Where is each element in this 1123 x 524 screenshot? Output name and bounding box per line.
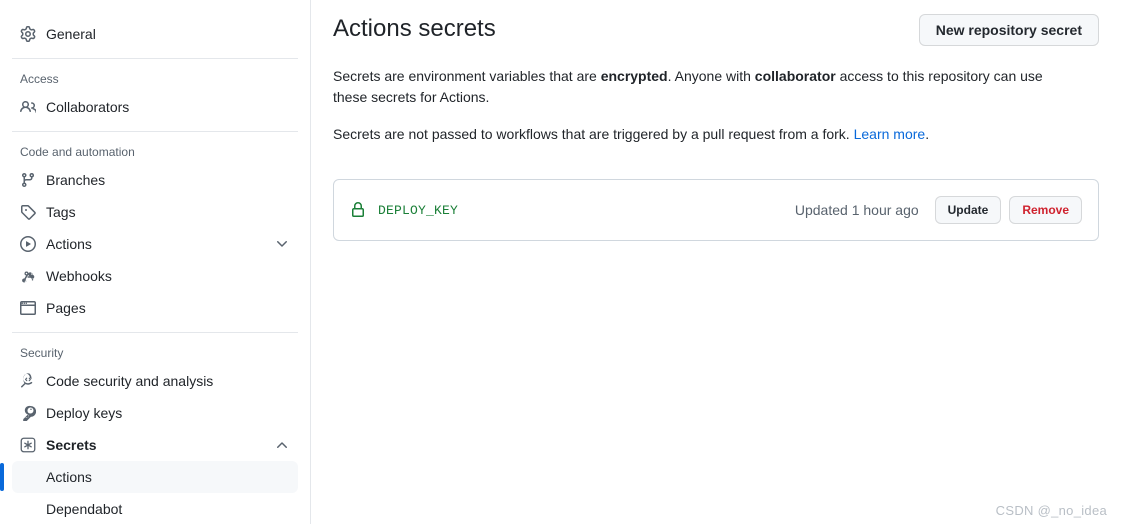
sidebar-item-secrets[interactable]: Secrets (12, 429, 298, 461)
desc1-part1: Secrets are environment variables that a… (333, 68, 601, 84)
secret-name[interactable]: DEPLOY_KEY (378, 203, 795, 218)
page-title: Actions secrets (333, 15, 496, 42)
lock-icon (350, 202, 366, 218)
sidebar-item-label: Actions (46, 236, 92, 252)
sidebar-item-label: Deploy keys (46, 405, 123, 421)
sidebar-item-label: Webhooks (46, 268, 112, 284)
watermark: CSDN @_no_idea (995, 503, 1107, 518)
sidebar-item-label: Pages (46, 300, 86, 316)
update-secret-button[interactable]: Update (934, 196, 1002, 224)
settings-sidebar: General Access Collaborators Code and au… (0, 0, 311, 524)
sidebar-item-pages[interactable]: Pages (12, 292, 298, 324)
sidebar-divider (12, 332, 298, 333)
play-icon (20, 236, 36, 252)
desc2-text: Secrets are not passed to workflows that… (333, 126, 854, 142)
sidebar-item-actions[interactable]: Actions (12, 228, 298, 260)
desc1-part2: . Anyone with (667, 68, 755, 84)
desc1-bold-encrypted: encrypted (600, 68, 668, 84)
secrets-description-1: Secrets are environment variables that a… (333, 66, 1073, 108)
chevron-down-icon[interactable] (274, 236, 290, 252)
secret-row: DEPLOY_KEY Updated 1 hour ago Update Rem… (334, 180, 1098, 240)
main-content: Actions secrets New repository secret Se… (311, 0, 1123, 524)
sidebar-item-label: Tags (46, 204, 76, 220)
sidebar-item-webhooks[interactable]: Webhooks (12, 260, 298, 292)
sidebar-section-title-code-automation: Code and automation (20, 145, 135, 159)
browser-icon (20, 300, 36, 316)
chevron-up-icon[interactable] (274, 437, 290, 453)
sidebar-item-code-security-and-analysis[interactable]: Code security and analysis (12, 365, 298, 397)
page-header: Actions secrets New repository secret (333, 14, 1099, 56)
branch-icon (20, 172, 36, 188)
sidebar-item-label: General (46, 26, 96, 42)
sidebar-item-collaborators[interactable]: Collaborators (12, 91, 298, 123)
sidebar-section-title-access: Access (20, 72, 59, 86)
sidebar-subitem-label: Dependabot (46, 501, 123, 517)
asterisk-icon (20, 437, 36, 453)
sidebar-item-label: Code security and analysis (46, 373, 214, 389)
new-repository-secret-button[interactable]: New repository secret (918, 14, 1099, 46)
sidebar-divider (12, 58, 298, 59)
sidebar-item-label: Branches (46, 172, 106, 188)
people-icon (20, 99, 36, 115)
sidebar-item-deploy-keys[interactable]: Deploy keys (12, 397, 298, 429)
tag-icon (20, 204, 36, 220)
sidebar-item-general[interactable]: General (12, 18, 298, 50)
sidebar-divider (12, 131, 298, 132)
desc2-suffix: . (925, 126, 930, 142)
key-icon (20, 405, 36, 421)
secrets-description-2: Secrets are not passed to workflows that… (333, 124, 1073, 145)
webhook-icon (20, 268, 36, 284)
secret-row-actions: Update Remove (934, 196, 1082, 224)
learn-more-link[interactable]: Learn more (854, 126, 926, 142)
secret-updated-time: Updated 1 hour ago (794, 202, 919, 218)
gear-icon (20, 26, 36, 42)
sidebar-section-title-security: Security (20, 346, 64, 360)
remove-secret-button[interactable]: Remove (1009, 196, 1082, 224)
sidebar-item-branches[interactable]: Branches (12, 164, 298, 196)
secrets-list-card: DEPLOY_KEY Updated 1 hour ago Update Rem… (333, 179, 1099, 241)
settings-page: General Access Collaborators Code and au… (0, 0, 1123, 524)
desc1-bold-collaborator: collaborator (754, 68, 836, 84)
sidebar-item-tags[interactable]: Tags (12, 196, 298, 228)
codescan-icon (20, 373, 36, 389)
sidebar-item-label: Collaborators (46, 99, 130, 115)
sidebar-subitem-secrets-dependabot[interactable]: Dependabot (12, 493, 298, 524)
sidebar-item-label: Secrets (46, 437, 97, 453)
sidebar-subitem-secrets-actions[interactable]: Actions (0, 461, 298, 493)
sidebar-subitem-label: Actions (46, 469, 92, 485)
